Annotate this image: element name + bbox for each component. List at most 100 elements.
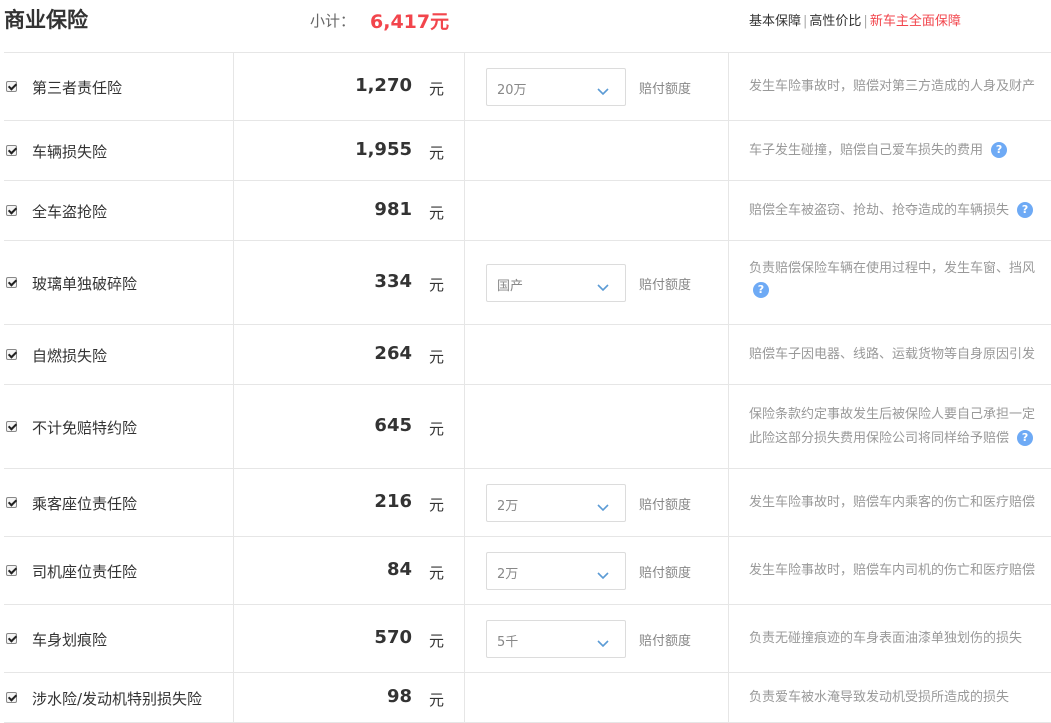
coverage-description-cell: 负责无碰撞痕迹的车身表面油漆单独划伤的损失	[729, 605, 1051, 672]
premium-unit: 元	[429, 496, 445, 514]
coverage-name-cell: 车身划痕险	[4, 605, 234, 672]
premium-cell: 1,270 元	[234, 53, 465, 120]
help-icon[interactable]: ?	[1017, 429, 1034, 446]
coverage-option-cell	[465, 673, 729, 722]
premium-unit: 元	[429, 276, 445, 294]
chevron-down-icon	[597, 497, 609, 512]
coverage-name-cell: 全车盗抢险	[4, 181, 234, 240]
coverage-option-cell: 2万 赔付额度	[465, 537, 729, 604]
coverage-name: 涉水险/发动机特别损失险	[32, 690, 203, 708]
premium-unit: 元	[429, 348, 445, 366]
coverage-name-cell: 车辆损失险	[4, 121, 234, 180]
coverage-checkbox[interactable]	[6, 497, 17, 508]
coverage-amount-label: 赔付额度	[639, 634, 692, 649]
coverage-amount-select[interactable]: 20万	[486, 68, 626, 106]
coverage-checkbox[interactable]	[6, 692, 17, 703]
coverage-amount-select[interactable]: 2万	[486, 484, 626, 522]
insurance-row: 司机座位责任险 84 元 2万 赔付额度 发生车险事故时，赔偿车内司机的伤亡和医疗赔偿	[4, 537, 1051, 605]
premium-cell: 981 元	[234, 181, 465, 240]
coverage-checkbox[interactable]	[6, 633, 17, 644]
coverage-checkbox[interactable]	[6, 565, 17, 576]
coverage-description: 负责赔偿保险车辆在使用过程中，发生车窗、挡风?	[749, 257, 1035, 299]
coverage-name-cell: 涉水险/发动机特别损失险	[4, 673, 234, 722]
coverage-description-cell: 发生车险事故时，赔偿对第三方造成的人身及财产	[729, 53, 1051, 120]
coverage-description: 保险条款约定事故发生后被保险人要自己承担一定 此险这部分损失费用保险公司将同样给予…	[749, 403, 1035, 451]
coverage-checkbox[interactable]	[6, 277, 17, 288]
coverage-amount-label: 赔付额度	[639, 566, 692, 581]
premium-amount: 216	[374, 491, 412, 512]
coverage-name-cell: 自燃损失险	[4, 325, 234, 384]
premium-unit: 元	[429, 204, 445, 222]
coverage-checkbox[interactable]	[6, 349, 17, 360]
insurance-row: 不计免赔特约险 645 元 保险条款约定事故发生后被保险人要自己承担一定 此险这部分损失…	[4, 385, 1051, 469]
chevron-down-icon	[597, 81, 609, 96]
premium-amount: 645	[374, 415, 412, 436]
coverage-description-cell: 负责赔偿保险车辆在使用过程中，发生车窗、挡风?	[729, 241, 1051, 324]
premium-unit: 元	[429, 632, 445, 650]
plan-option-1[interactable]: 基本保障	[749, 14, 801, 29]
coverage-description-cell: 负责爱车被水淹导致发动机受损所造成的损失	[729, 673, 1051, 722]
coverage-amount-label: 赔付额度	[639, 498, 692, 513]
coverage-checkbox[interactable]	[6, 81, 17, 92]
coverage-description: 发生车险事故时，赔偿对第三方造成的人身及财产	[749, 75, 1035, 99]
premium-unit: 元	[429, 420, 445, 438]
description-line: 赔偿车子因电器、线路、运载货物等自身原因引发	[749, 343, 1035, 367]
premium-unit: 元	[429, 144, 445, 162]
coverage-amount-label: 赔付额度	[639, 278, 692, 293]
coverage-description: 车子发生碰撞，赔偿自己爱车损失的费用?	[749, 139, 1008, 163]
help-icon[interactable]: ?	[991, 141, 1008, 158]
description-line: 此险这部分损失费用保险公司将同样给予赔偿?	[749, 427, 1035, 451]
plan-option-2[interactable]: 高性价比	[809, 14, 861, 29]
description-text: 赔偿车子因电器、线路、运载货物等自身原因引发	[749, 347, 1036, 362]
description-text: 发生车险事故时，赔偿对第三方造成的人身及财产	[749, 79, 1036, 94]
description-text: 负责赔偿保险车辆在使用过程中，发生车窗、挡风	[749, 261, 1036, 276]
plan-option-3[interactable]: 新车主全面保障	[870, 14, 961, 29]
coverage-amount-label: 赔付额度	[639, 82, 692, 97]
coverage-amount-select[interactable]: 国产	[486, 264, 626, 302]
plan-selector: 基本保障 | 高性价比 | 新车主全面保障	[749, 10, 961, 29]
coverage-checkbox[interactable]	[6, 205, 17, 216]
coverage-option-cell	[465, 181, 729, 240]
coverage-amount-select[interactable]: 5千	[486, 620, 626, 658]
subtotal-value: 6,417元	[370, 11, 450, 33]
coverage-description-cell: 发生车险事故时，赔偿车内司机的伤亡和医疗赔偿	[729, 537, 1051, 604]
description-line: 保险条款约定事故发生后被保险人要自己承担一定	[749, 403, 1035, 427]
chevron-down-icon	[597, 277, 609, 292]
description-text: 负责爱车被水淹导致发动机受损所造成的损失	[749, 690, 1010, 705]
premium-cell: 98 元	[234, 673, 465, 722]
coverage-checkbox[interactable]	[6, 421, 17, 432]
help-icon[interactable]: ?	[1017, 201, 1034, 218]
coverage-amount-select[interactable]: 2万	[486, 552, 626, 590]
premium-amount: 334	[374, 271, 412, 292]
coverage-option-cell: 5千 赔付额度	[465, 605, 729, 672]
coverage-description: 发生车险事故时，赔偿车内司机的伤亡和医疗赔偿	[749, 559, 1035, 583]
premium-cell: 216 元	[234, 469, 465, 536]
description-line: 负责赔偿保险车辆在使用过程中，发生车窗、挡风	[749, 257, 1035, 281]
description-text: 赔偿全车被盗窃、抢劫、抢夺造成的车辆损失	[749, 203, 1010, 218]
coverage-name: 乘客座位责任险	[32, 495, 138, 513]
coverage-option-cell: 2万 赔付额度	[465, 469, 729, 536]
premium-cell: 264 元	[234, 325, 465, 384]
coverage-checkbox[interactable]	[6, 145, 17, 156]
premium-cell: 1,955 元	[234, 121, 465, 180]
coverage-description: 赔偿全车被盗窃、抢劫、抢夺造成的车辆损失?	[749, 199, 1034, 223]
insurance-row: 自燃损失险 264 元 赔偿车子因电器、线路、运载货物等自身原因引发	[4, 325, 1051, 385]
subtotal-label: 小计：	[310, 12, 356, 30]
coverage-name: 车辆损失险	[32, 143, 108, 161]
premium-cell: 84 元	[234, 537, 465, 604]
description-text: 此险这部分损失费用保险公司将同样给予赔偿	[749, 431, 1010, 446]
description-line: 发生车险事故时，赔偿车内乘客的伤亡和医疗赔偿	[749, 491, 1035, 515]
coverage-name: 玻璃单独破碎险	[32, 275, 138, 293]
coverage-option-cell: 20万 赔付额度	[465, 53, 729, 120]
page-title: 商业保险	[4, 8, 88, 32]
coverage-description-cell: 赔偿车子因电器、线路、运载货物等自身原因引发	[729, 325, 1051, 384]
insurance-row: 第三者责任险 1,270 元 20万 赔付额度 发生车险事故时，赔偿对第三方造成的人身及财…	[4, 53, 1051, 121]
description-text: 发生车险事故时，赔偿车内司机的伤亡和医疗赔偿	[749, 563, 1036, 578]
coverage-description: 发生车险事故时，赔偿车内乘客的伤亡和医疗赔偿	[749, 491, 1035, 515]
help-icon[interactable]: ?	[753, 282, 769, 298]
description-text: 发生车险事故时，赔偿车内乘客的伤亡和医疗赔偿	[749, 495, 1036, 510]
coverage-description-cell: 车子发生碰撞，赔偿自己爱车损失的费用?	[729, 121, 1051, 180]
coverage-amount-value: 5千	[497, 635, 519, 650]
coverage-description-cell: 赔偿全车被盗窃、抢劫、抢夺造成的车辆损失?	[729, 181, 1051, 240]
premium-unit: 元	[429, 80, 445, 98]
